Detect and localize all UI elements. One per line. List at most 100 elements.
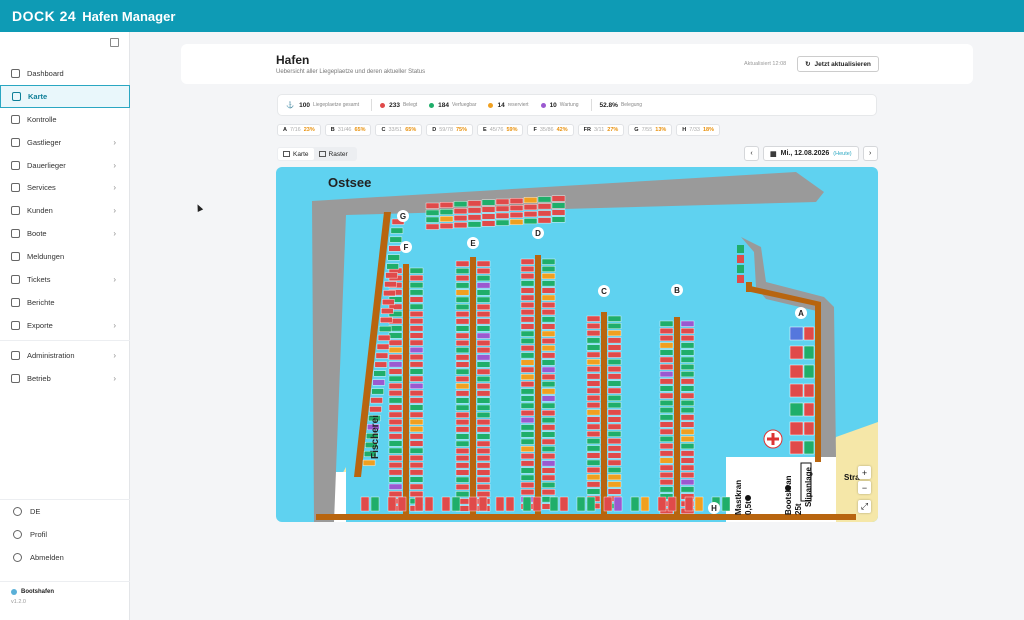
- sidebar-item-dauerlieger[interactable]: Dauerlieger ›: [0, 154, 130, 177]
- berth: [586, 445, 601, 452]
- chevron-right-icon: ›: [113, 320, 116, 330]
- berth: [476, 469, 491, 476]
- berth: [476, 419, 491, 426]
- zoom-out-button[interactable]: −: [858, 481, 871, 494]
- harbor-map[interactable]: A B C D E F G H Ostsee Fischerei Mastkran 0,5t Boots…: [276, 167, 878, 522]
- sidebar-item-karte[interactable]: Karte: [0, 84, 130, 108]
- berth: [476, 484, 491, 490]
- sidebar-bottom: DE Profil Abmelden: [0, 499, 130, 569]
- berth: [684, 496, 694, 512]
- pier-label-b: B: [674, 286, 680, 295]
- berth: [607, 409, 622, 416]
- language-switch[interactable]: DE: [0, 500, 130, 523]
- berth: [409, 433, 424, 440]
- grid-view-button[interactable]: Raster: [314, 148, 353, 160]
- sidebar-item-tickets[interactable]: Tickets ›: [0, 268, 130, 291]
- berth: [803, 383, 815, 398]
- berth: [369, 406, 382, 413]
- sidebar-item-kunden[interactable]: Kunden ›: [0, 199, 130, 222]
- dashboard-icon: [11, 68, 20, 78]
- pier-label-h: H: [711, 504, 717, 513]
- berth: [680, 450, 695, 457]
- sidebar-item-berichte[interactable]: Berichte: [0, 291, 130, 314]
- berth: [388, 447, 403, 454]
- sidebar-item-label: Dashboard: [27, 68, 64, 78]
- berth: [520, 265, 535, 272]
- pier-chip-g[interactable]: G 7/55 13%: [628, 124, 673, 136]
- pier-chip-d[interactable]: D 59/78 75%: [426, 124, 474, 136]
- users-icon: [11, 206, 20, 216]
- harbor-map-canvas[interactable]: A B C D E F G H Ostsee Fischerei Mastkran 0,5t Boots…: [276, 167, 878, 522]
- pier-chip-e[interactable]: E 45/76 59%: [477, 124, 524, 136]
- berth: [476, 404, 491, 411]
- berth: [607, 380, 622, 387]
- berth: [476, 411, 491, 418]
- berth: [455, 397, 470, 404]
- berth: [476, 397, 491, 404]
- berth: [586, 416, 601, 423]
- sidebar-item-gastlieger[interactable]: Gastlieger ›: [0, 131, 130, 154]
- chevron-right-icon: ›: [113, 206, 116, 216]
- chevron-right-icon: ›: [113, 373, 116, 383]
- sidebar-item-services[interactable]: Services ›: [0, 176, 130, 199]
- pier-chip-a[interactable]: A 7/16 23%: [277, 124, 321, 136]
- berth: [455, 491, 470, 498]
- berth: [476, 275, 491, 282]
- berth: [455, 354, 470, 361]
- crane-label: 25t: [794, 503, 803, 515]
- pier-chip-b[interactable]: B 31/46 65%: [324, 124, 372, 136]
- sidebar-item-boote[interactable]: Boote ›: [0, 222, 130, 245]
- berth: [541, 482, 556, 488]
- refresh-button[interactable]: ↻ Jetzt aktualisieren: [797, 56, 879, 72]
- logout-link[interactable]: Abmelden: [0, 546, 130, 569]
- profile-link[interactable]: Profil: [0, 523, 130, 546]
- berth: [659, 320, 674, 327]
- refresh-label: Jetzt aktualisieren: [814, 60, 871, 68]
- app-logo[interactable]: DOCK 24: [12, 8, 76, 24]
- berth: [586, 315, 601, 322]
- berth: [453, 222, 468, 229]
- berth: [659, 327, 674, 334]
- berth: [541, 359, 556, 366]
- sidebar-item-betrieb[interactable]: Betrieb ›: [0, 367, 130, 390]
- prev-day-button[interactable]: ‹: [744, 146, 759, 161]
- fullscreen-icon[interactable]: ⤢: [858, 500, 871, 513]
- berth: [455, 311, 470, 318]
- pier-chip-c[interactable]: C 33/51 65%: [375, 124, 423, 136]
- berth: [586, 423, 601, 430]
- berth: [384, 281, 397, 288]
- berth: [537, 210, 552, 217]
- pier-chip-fr[interactable]: FR 3/11 27%: [577, 124, 625, 136]
- chevron-right-icon: ›: [113, 183, 116, 193]
- berth: [737, 255, 744, 263]
- berth: [476, 361, 491, 368]
- berth: [382, 299, 395, 306]
- sidebar-item-kontrolle[interactable]: Kontrolle: [0, 108, 130, 131]
- sidebar-item-dashboard[interactable]: Dashboard: [0, 62, 130, 85]
- berth: [789, 345, 804, 360]
- berth: [520, 467, 535, 474]
- stat-occupancy: 52.8% Belegung: [590, 99, 642, 111]
- next-day-button[interactable]: ›: [862, 146, 878, 161]
- berth: [680, 457, 695, 464]
- sidebar-item-meldungen[interactable]: Meldungen: [0, 245, 130, 268]
- sidebar-item-exporte[interactable]: Exporte ›: [0, 314, 130, 337]
- sidebar-item-administration[interactable]: Administration ›: [0, 344, 130, 367]
- stat-total: ⚓ 100 Liegeplaetze gesamt: [286, 101, 360, 110]
- berth: [520, 345, 535, 352]
- date-picker[interactable]: ▦ Mi., 12.08.2026 (Heute): [763, 146, 859, 161]
- last-updated: Aktualisiert 12:08: [744, 61, 787, 67]
- berth: [586, 322, 601, 329]
- berth: [476, 347, 491, 354]
- pier-chip-f[interactable]: F 35/86 42%: [527, 124, 574, 136]
- sidebar-collapse-icon[interactable]: [110, 38, 119, 47]
- berth: [541, 265, 556, 272]
- logout-icon: [13, 553, 22, 562]
- berth: [425, 216, 440, 223]
- zoom-in-button[interactable]: +: [858, 466, 871, 479]
- map-view-button[interactable]: Karte: [278, 148, 314, 160]
- pier-chip-h[interactable]: H 7/33 18%: [676, 124, 721, 136]
- berth: [541, 446, 556, 452]
- berth: [586, 438, 601, 445]
- boat-icon: [11, 229, 20, 239]
